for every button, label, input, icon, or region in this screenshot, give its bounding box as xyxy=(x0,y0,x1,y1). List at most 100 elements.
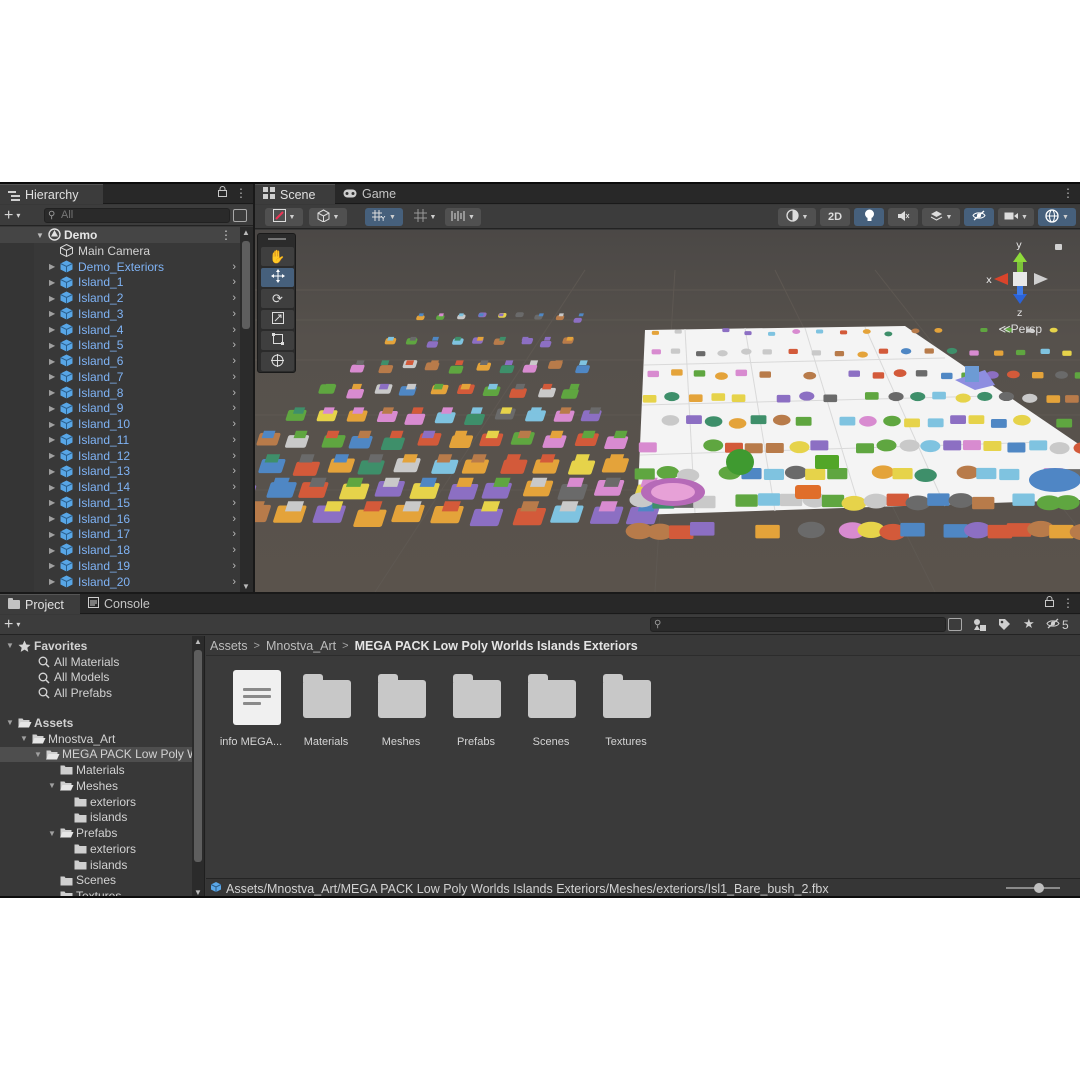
project-tree-item[interactable]: ▼ Mnostva_Art xyxy=(0,731,192,747)
lighting-toggle-button[interactable] xyxy=(854,208,884,226)
expand-arrow-icon[interactable]: ▼ xyxy=(48,781,56,790)
expand-arrow-icon[interactable]: ▶ xyxy=(49,514,55,523)
expand-arrow-icon[interactable]: ▼ xyxy=(48,829,56,838)
render-mode-button[interactable]: ▼ xyxy=(778,208,816,226)
open-prefab-icon[interactable]: › xyxy=(232,339,236,351)
expand-arrow-icon[interactable]: ▶ xyxy=(49,546,55,555)
breadcrumb-mnostva-art[interactable]: Mnostva_Art xyxy=(266,639,336,653)
search-filter-icon[interactable] xyxy=(948,618,962,631)
open-prefab-icon[interactable]: › xyxy=(232,402,236,414)
scroll-down-icon[interactable]: ▼ xyxy=(242,582,250,591)
scene-viewport[interactable]: ✋ ⟳ y x z ≪Persp xyxy=(255,230,1080,592)
hierarchy-item[interactable]: Main Camera xyxy=(0,243,240,259)
open-prefab-icon[interactable]: › xyxy=(232,528,236,540)
lock-icon[interactable] xyxy=(1045,596,1054,610)
open-prefab-icon[interactable]: › xyxy=(232,276,236,288)
project-tree-item[interactable]: Scenes xyxy=(0,873,192,889)
hierarchy-item[interactable]: ▶ Island_14 › xyxy=(0,479,240,495)
drag-handle-icon[interactable] xyxy=(268,238,286,240)
rect-tool[interactable] xyxy=(261,331,294,350)
project-tree-item[interactable]: exteriors xyxy=(0,794,192,810)
open-prefab-icon[interactable]: › xyxy=(232,324,236,336)
tab-scene[interactable]: Scene xyxy=(255,184,335,204)
hierarchy-item[interactable]: ▶ Island_20 › xyxy=(0,574,240,590)
hierarchy-item[interactable]: ▶ Island_18 › xyxy=(0,542,240,558)
hierarchy-item[interactable]: ▶ Island_7 › xyxy=(0,369,240,385)
hierarchy-item[interactable]: ▶ Island_12 › xyxy=(0,448,240,464)
expand-arrow-icon[interactable]: ▶ xyxy=(49,498,55,507)
open-prefab-icon[interactable]: › xyxy=(232,434,236,446)
project-tree-item[interactable]: ▼ Favorites xyxy=(0,638,192,654)
icon-size-slider[interactable] xyxy=(1006,887,1060,889)
hierarchy-item[interactable]: ▶ Island_2 › xyxy=(0,290,240,306)
project-tree-item[interactable]: islands xyxy=(0,857,192,873)
expand-arrow-icon[interactable]: ▶ xyxy=(49,530,55,539)
tab-game[interactable]: Game xyxy=(335,184,407,204)
open-prefab-icon[interactable]: › xyxy=(232,418,236,430)
project-tree-item[interactable]: exteriors xyxy=(0,841,192,857)
scroll-down-icon[interactable]: ▼ xyxy=(194,888,202,896)
kebab-menu-icon[interactable]: ⋮ xyxy=(235,186,247,200)
expand-arrow-icon[interactable]: ▶ xyxy=(49,294,55,303)
kebab-menu-icon[interactable]: ⋮ xyxy=(1062,186,1074,200)
breadcrumb-assets[interactable]: Assets xyxy=(210,639,248,653)
project-tree-item[interactable]: ▼ Assets xyxy=(0,715,192,731)
open-prefab-icon[interactable]: › xyxy=(232,513,236,525)
shading-mode-button[interactable]: ▼ xyxy=(309,208,347,226)
expand-arrow-icon[interactable]: ▼ xyxy=(6,641,14,650)
hierarchy-item[interactable]: ▶ Island_4 › xyxy=(0,322,240,338)
scene-kebab-icon[interactable]: ⋮ xyxy=(220,228,232,242)
expand-arrow-icon[interactable]: ▼ xyxy=(36,231,44,240)
tab-project[interactable]: Project xyxy=(0,594,80,614)
grid-snap-button[interactable]: Y ▼ xyxy=(365,208,403,226)
open-prefab-icon[interactable]: › xyxy=(232,544,236,556)
project-tree-item[interactable]: ▼ Prefabs xyxy=(0,825,192,841)
open-prefab-icon[interactable]: › xyxy=(232,560,236,572)
hierarchy-item[interactable]: ▶ Island_15 › xyxy=(0,495,240,511)
expand-arrow-icon[interactable]: ▶ xyxy=(49,388,55,397)
asset-folder[interactable]: Prefabs xyxy=(441,670,511,750)
asset-folder[interactable]: Textures xyxy=(591,670,661,750)
audio-toggle-button[interactable] xyxy=(888,208,918,226)
expand-arrow-icon[interactable]: ▶ xyxy=(49,325,55,334)
open-prefab-icon[interactable]: › xyxy=(232,308,236,320)
hierarchy-item[interactable]: ▶ Island_16 › xyxy=(0,511,240,527)
draw-mode-button[interactable]: ▼ xyxy=(265,208,303,226)
expand-arrow-icon[interactable]: ▶ xyxy=(49,577,55,586)
hierarchy-item[interactable]: ▶ Island_6 › xyxy=(0,353,240,369)
project-tree-item[interactable]: ▼ MEGA PACK Low Poly Worlds Islands Exter… xyxy=(0,746,204,763)
favorite-star-icon[interactable]: ★ xyxy=(1023,616,1035,632)
expand-arrow-icon[interactable]: ▶ xyxy=(49,483,55,492)
hierarchy-item[interactable]: ▶ Island_3 › xyxy=(0,306,240,322)
open-prefab-icon[interactable]: › xyxy=(232,371,236,383)
hierarchy-item[interactable]: ▶ Island_11 › xyxy=(0,432,240,448)
snap-increment-button[interactable]: ▼ xyxy=(407,208,443,226)
open-prefab-icon[interactable]: › xyxy=(232,450,236,462)
asset-folder[interactable]: Materials xyxy=(291,670,361,750)
open-prefab-icon[interactable]: › xyxy=(232,355,236,367)
scene-root-row[interactable]: ▼ Demo ⋮ xyxy=(0,227,240,243)
rotate-tool[interactable]: ⟳ xyxy=(261,289,294,308)
projection-toggle[interactable]: ≪Persp xyxy=(998,322,1042,336)
filter-by-type-icon[interactable] xyxy=(973,618,987,634)
asset-folder[interactable]: Scenes xyxy=(516,670,586,750)
project-tree-item[interactable]: ▼ Meshes xyxy=(0,778,192,794)
hierarchy-item[interactable]: ▶ Island_13 › xyxy=(0,464,240,480)
expand-arrow-icon[interactable]: ▼ xyxy=(20,734,28,743)
open-prefab-icon[interactable]: › xyxy=(232,481,236,493)
expand-arrow-icon[interactable]: ▶ xyxy=(49,357,55,366)
hierarchy-scroll-thumb[interactable] xyxy=(242,241,250,329)
asset-document[interactable]: info MEGA... xyxy=(216,670,286,750)
hierarchy-item[interactable]: ▶ Island_8 › xyxy=(0,385,240,401)
hierarchy-item[interactable]: ▶ Island_19 › xyxy=(0,558,240,574)
open-prefab-icon[interactable]: › xyxy=(232,497,236,509)
expand-arrow-icon[interactable]: ▶ xyxy=(49,341,55,350)
transform-tool[interactable] xyxy=(261,352,294,371)
project-tree-scroll-thumb[interactable] xyxy=(194,650,202,862)
hierarchy-item[interactable]: ▶ Island_5 › xyxy=(0,338,240,354)
scene-visibility-button[interactable] xyxy=(964,208,994,226)
orientation-gizmo[interactable]: y x z xyxy=(982,238,1058,319)
open-prefab-icon[interactable]: › xyxy=(232,576,236,588)
open-prefab-icon[interactable]: › xyxy=(232,292,236,304)
expand-arrow-icon[interactable]: ▼ xyxy=(34,750,42,759)
